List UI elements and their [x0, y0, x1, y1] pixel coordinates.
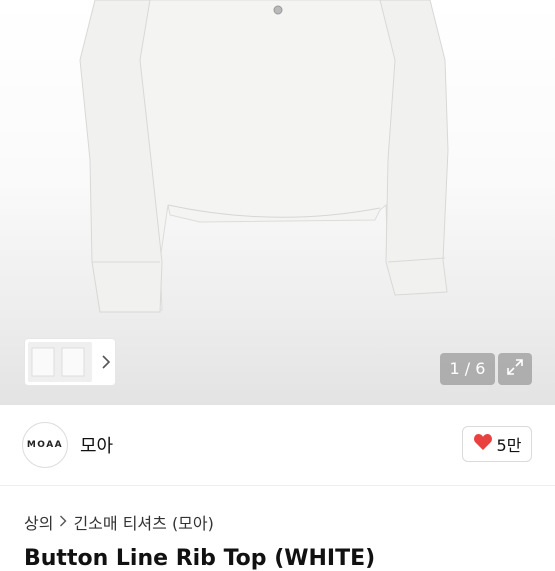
- thumbnail-strip[interactable]: [24, 338, 116, 386]
- seller-avatar[interactable]: MOAA: [22, 422, 68, 468]
- heart-icon: [473, 433, 493, 455]
- chevron-right-icon: [59, 513, 67, 532]
- image-counter: 1 / 6: [440, 353, 495, 385]
- product-title: Button Line Rib Top (WHITE): [24, 546, 376, 571]
- divider: [0, 485, 555, 486]
- chevron-right-icon[interactable]: [101, 353, 111, 375]
- seller-name[interactable]: 모아: [80, 432, 113, 458]
- product-image-gallery[interactable]: 1 / 6: [0, 0, 555, 405]
- like-button[interactable]: 5만: [462, 426, 532, 462]
- seller-avatar-logo: MOAA: [26, 440, 64, 450]
- expand-button[interactable]: [498, 353, 532, 385]
- breadcrumb: 상의 긴소매 티셔츠 (모아): [24, 510, 214, 534]
- breadcrumb-item-top[interactable]: 상의: [24, 510, 53, 534]
- like-count: 5만: [496, 436, 522, 455]
- breadcrumb-item-category[interactable]: 긴소매 티셔츠 (모아): [73, 510, 213, 534]
- expand-icon: [505, 357, 525, 381]
- thumbnail-image[interactable]: [28, 342, 92, 382]
